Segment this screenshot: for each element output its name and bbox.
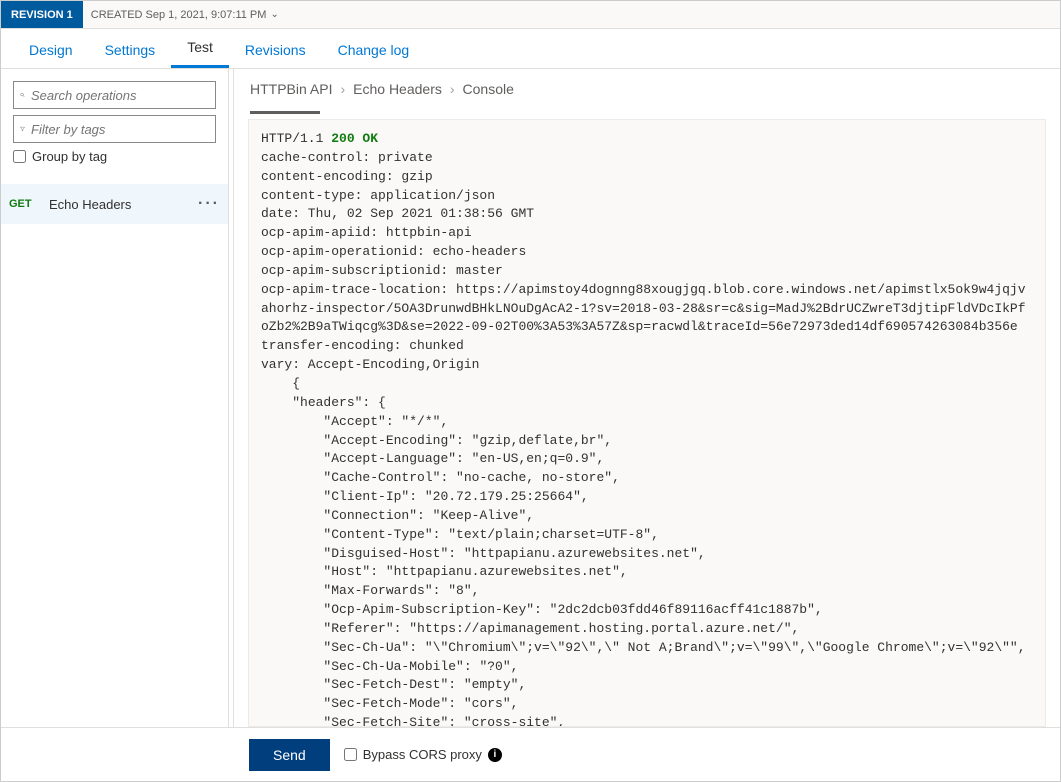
breadcrumb-sep-icon: › (340, 81, 345, 97)
tab-design[interactable]: Design (13, 32, 89, 68)
response-subtabs (234, 111, 1060, 115)
tab-revisions[interactable]: Revisions (229, 32, 322, 68)
info-icon[interactable]: i (488, 748, 502, 762)
group-by-tag-row[interactable]: Group by tag (13, 149, 216, 164)
revision-badge: REVISION 1 (1, 1, 83, 28)
search-operations-box[interactable] (13, 81, 216, 109)
http-method-badge: GET (9, 198, 37, 210)
filter-icon (20, 122, 25, 136)
operation-item[interactable]: GET Echo Headers ··· (1, 184, 228, 224)
group-by-tag-label: Group by tag (32, 149, 107, 164)
created-label: CREATED Sep 1, 2021, 9:07:11 PM (91, 9, 267, 21)
search-icon (20, 88, 25, 102)
http-protocol: HTTP/1.1 (261, 131, 331, 146)
tab-changelog[interactable]: Change log (322, 32, 426, 68)
http-status: 200 OK (331, 131, 378, 146)
revision-topbar: REVISION 1 CREATED Sep 1, 2021, 9:07:11 … (1, 1, 1060, 29)
bypass-cors-row[interactable]: Bypass CORS proxy i (344, 747, 502, 762)
filter-input[interactable] (31, 122, 209, 137)
response-headers: cache-control: private content-encoding:… (261, 150, 1026, 372)
breadcrumb-leaf: Console (463, 81, 514, 97)
operation-more-icon[interactable]: ··· (198, 195, 220, 213)
breadcrumb-api[interactable]: HTTPBin API (250, 81, 332, 97)
main-tabs: Design Settings Test Revisions Change lo… (1, 29, 1060, 69)
chevron-down-icon: ⌄ (270, 9, 278, 20)
bypass-cors-label: Bypass CORS proxy (363, 747, 482, 762)
group-by-tag-checkbox[interactable] (13, 150, 26, 163)
search-input[interactable] (31, 88, 209, 103)
bypass-cors-checkbox[interactable] (344, 748, 357, 761)
revision-created[interactable]: CREATED Sep 1, 2021, 9:07:11 PM ⌄ (83, 9, 279, 21)
main-area: Group by tag GET Echo Headers ··· HTTPBi… (1, 69, 1060, 727)
tab-settings[interactable]: Settings (89, 32, 172, 68)
breadcrumb-sep-icon: › (450, 81, 455, 97)
test-console: HTTPBin API › Echo Headers › Console HTT… (233, 69, 1060, 727)
operations-sidebar: Group by tag GET Echo Headers ··· (1, 69, 229, 727)
tab-test[interactable]: Test (171, 29, 229, 68)
operation-label: Echo Headers (49, 197, 186, 212)
filter-tags-box[interactable] (13, 115, 216, 143)
breadcrumb-operation[interactable]: Echo Headers (353, 81, 442, 97)
response-subtab-indicator[interactable] (250, 111, 320, 114)
send-button[interactable]: Send (249, 739, 330, 771)
breadcrumb: HTTPBin API › Echo Headers › Console (234, 69, 1060, 111)
console-footer: Send Bypass CORS proxy i (1, 727, 1060, 781)
response-body[interactable]: HTTP/1.1 200 OK cache-control: private c… (248, 119, 1046, 727)
response-json-pre: { "headers": { "Accept": "*/*", "Accept-… (261, 376, 1026, 727)
